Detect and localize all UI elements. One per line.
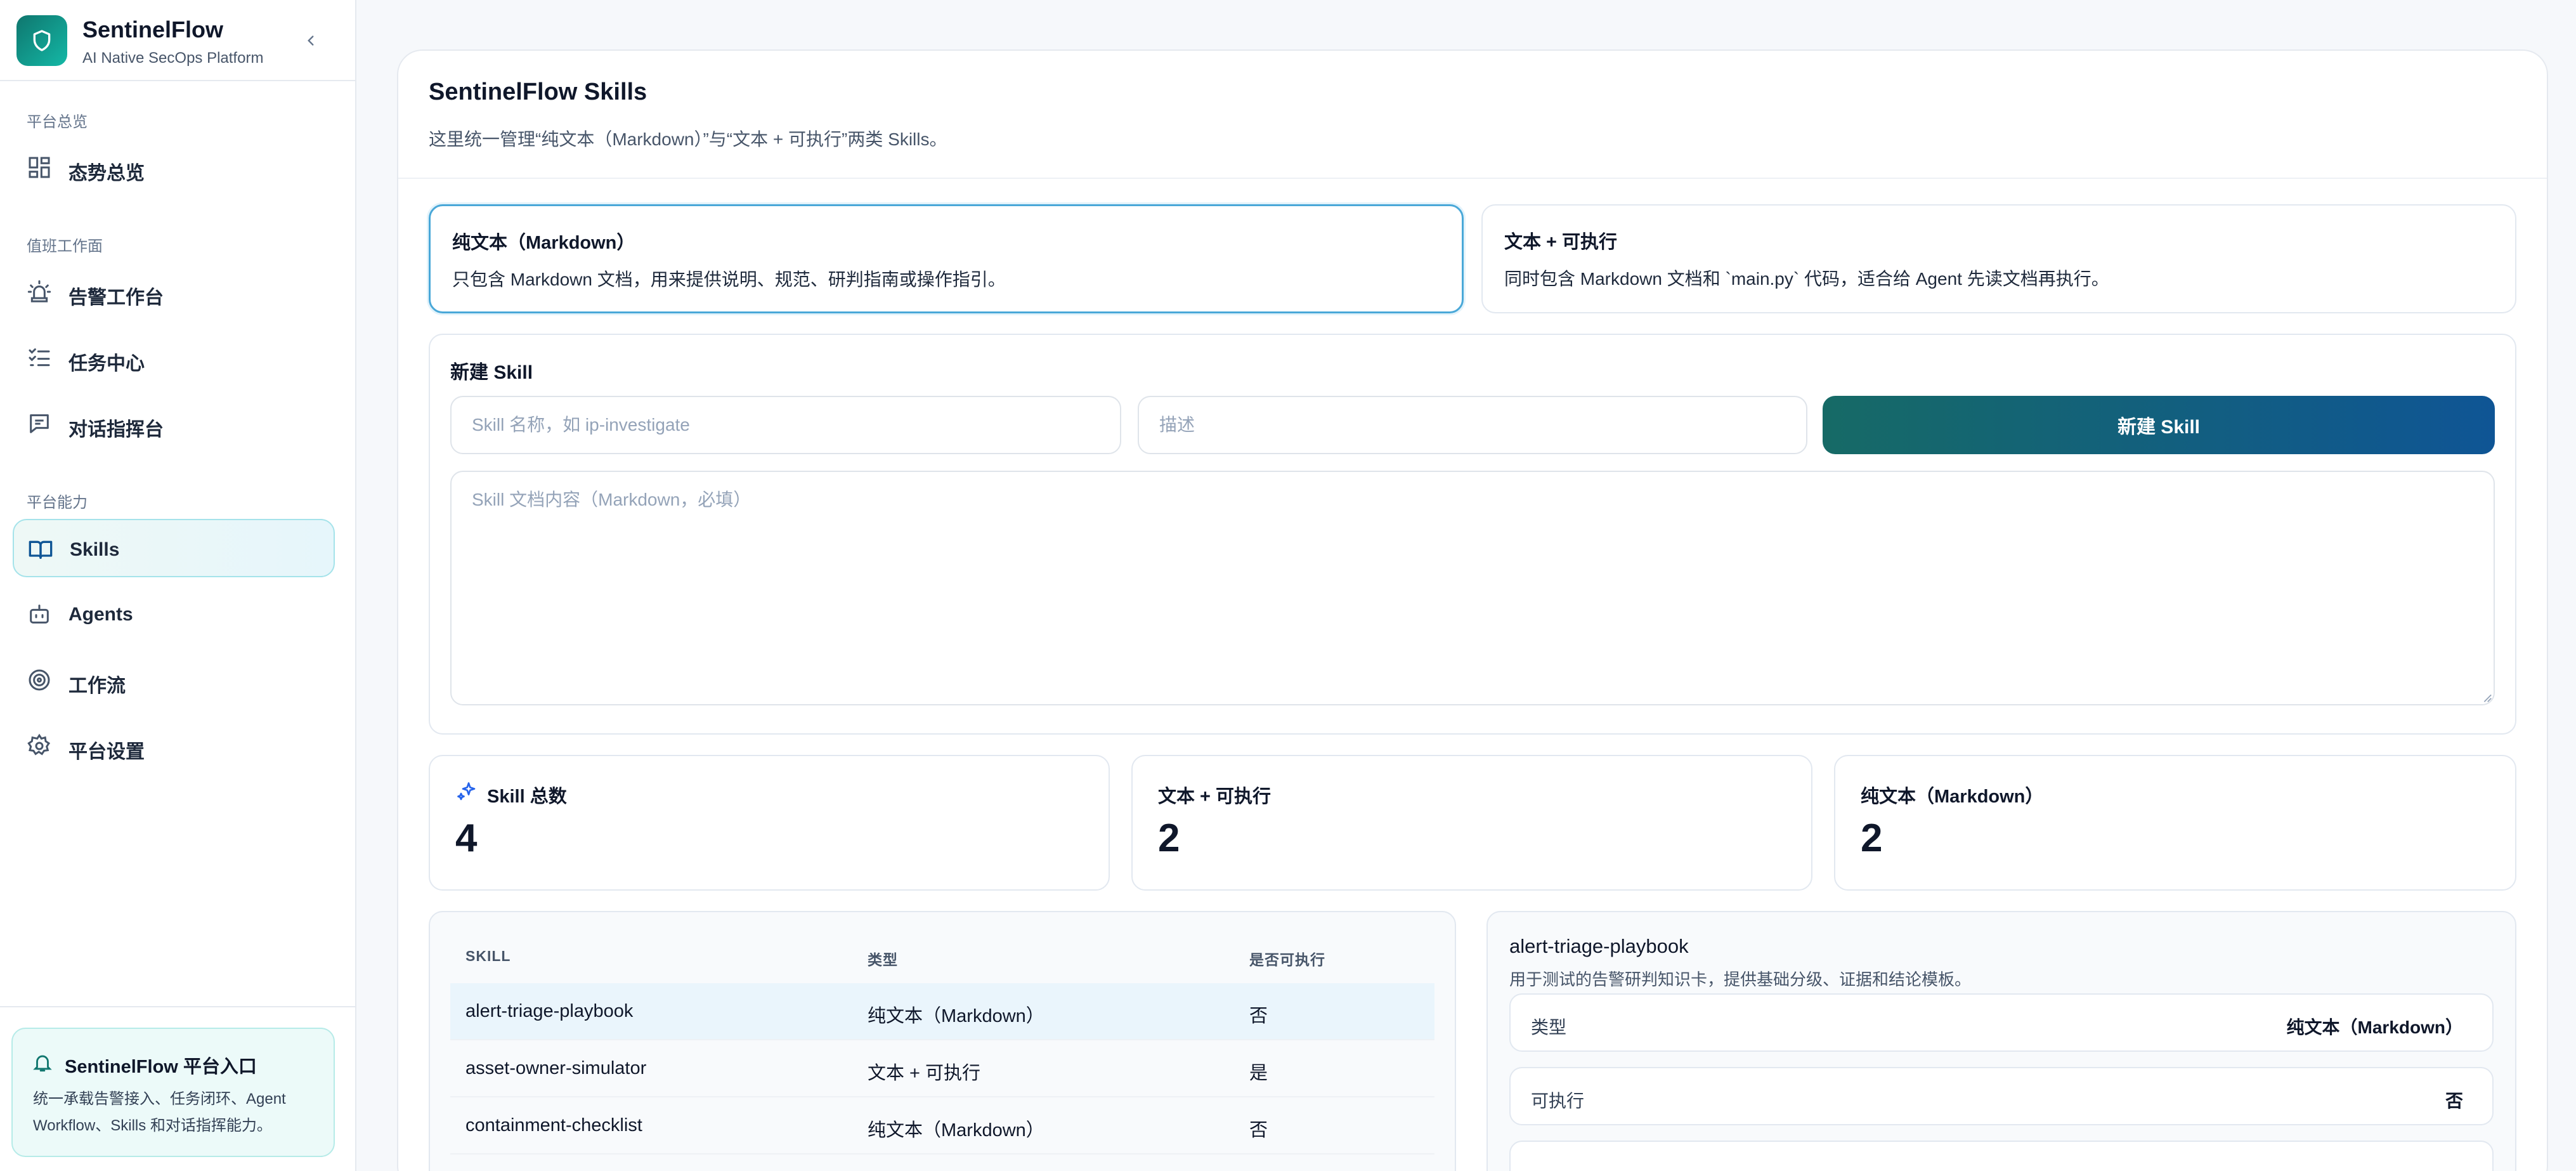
sidebar: SentinelFlow AI Native SecOps Platform 平…	[0, 0, 356, 1171]
detail-field-executable: 可执行 否	[1509, 1067, 2494, 1125]
promo-body: 统一承载告警接入、任务闭环、Agent Workflow、Skills 和对话指…	[33, 1090, 286, 1134]
promo-title: SentinelFlow 平台入口	[65, 1057, 257, 1077]
sidebar-item-chat[interactable]: 对话指挥台	[13, 395, 335, 453]
skill-detail-title: alert-triage-playbook	[1509, 935, 1689, 957]
collapse-sidebar-button[interactable]	[298, 28, 323, 53]
skill-type-desc: 只包含 Markdown 文档，用来提供说明、规范、研判指南或操作指引。	[452, 270, 1006, 289]
stat-value: 2	[1861, 816, 1883, 860]
skill-exec-cell: 否	[1249, 1120, 1268, 1141]
sidebar-item-dashboard[interactable]: 态势总览	[13, 138, 335, 197]
radar-target-icon	[29, 669, 50, 691]
column-header-skill: SKILL	[465, 948, 511, 964]
skill-type-title: 文本 + 可执行	[1504, 232, 1618, 252]
field-value: 否	[2445, 1091, 2463, 1111]
sidebar-item-workflow[interactable]: 工作流	[13, 651, 335, 709]
skill-detail-description: 用于测试的告警研判知识卡，提供基础分级、证据和结论模板。	[1509, 970, 1972, 989]
stat-markdown-skills: 纯文本（Markdown） 2	[1834, 755, 2516, 891]
shield-logo-icon	[16, 15, 67, 66]
skill-name-input[interactable]	[450, 396, 1121, 454]
stat-executable-skills: 文本 + 可执行 2	[1131, 755, 1812, 891]
new-skill-title: 新建 Skill	[450, 362, 533, 383]
divider	[0, 1006, 355, 1007]
sidebar-item-tasks[interactable]: 任务中心	[13, 329, 335, 387]
detail-field-next	[1509, 1141, 2494, 1171]
stat-label: 文本 + 可执行	[1158, 787, 1272, 807]
brand-name: SentinelFlow	[82, 16, 224, 43]
sidebar-item-label: 平台设置	[68, 742, 145, 762]
brand-subtitle: AI Native SecOps Platform	[82, 49, 264, 67]
sidebar-item-skills[interactable]: Skills	[13, 519, 335, 577]
field-key: 可执行	[1531, 1091, 1585, 1111]
nav-section-capabilities: 平台能力	[27, 494, 88, 511]
alarm-siren-icon	[27, 280, 51, 303]
create-skill-button[interactable]: 新建 Skill	[1823, 396, 2495, 454]
detail-field-type: 类型 纯文本（Markdown）	[1509, 993, 2494, 1052]
skill-name-cell: containment-checklist	[465, 1115, 642, 1135]
sidebar-item-label: Agents	[68, 604, 133, 625]
sidebar-item-label: 工作流	[68, 676, 126, 697]
table-row[interactable]: asset-owner-simulator 文本 + 可执行 是	[450, 1040, 1434, 1097]
skill-type-markdown-card[interactable]: 纯文本（Markdown） 只包含 Markdown 文档，用来提供说明、规范、…	[429, 204, 1464, 313]
chevron-left-icon	[308, 36, 314, 46]
page-title: SentinelFlow Skills	[429, 79, 647, 105]
skill-type-cell: 纯文本（Markdown）	[868, 1120, 1044, 1141]
sidebar-item-label: 态势总览	[68, 163, 145, 184]
bell-icon	[33, 1055, 52, 1072]
nav-section-duty: 值班工作面	[27, 238, 103, 255]
gear-icon	[27, 733, 51, 756]
sidebar-item-alerts[interactable]: 告警工作台	[13, 263, 335, 321]
stat-label: 纯文本（Markdown）	[1861, 787, 2044, 807]
skill-type-cell: 纯文本（Markdown）	[868, 1006, 1044, 1026]
sidebar-item-label: 任务中心	[68, 353, 145, 374]
checklist-icon	[29, 348, 50, 367]
sidebar-item-agents[interactable]: Agents	[13, 585, 335, 643]
stat-value: 4	[455, 816, 478, 860]
skill-type-cell: 文本 + 可执行	[868, 1063, 981, 1083]
sidebar-item-label: 对话指挥台	[68, 419, 164, 440]
table-row[interactable]: alert-triage-playbook 纯文本（Markdown） 否	[450, 983, 1434, 1040]
skill-description-input[interactable]	[1138, 396, 1807, 454]
skill-name-cell: alert-triage-playbook	[465, 1001, 634, 1021]
dashboard-grid-icon	[29, 157, 50, 178]
table-row[interactable]: containment-checklist 纯文本（Markdown） 否	[450, 1097, 1434, 1155]
column-header-type: 类型	[868, 952, 898, 968]
sidebar-item-settings[interactable]: 平台设置	[13, 717, 335, 775]
stat-total-skills: Skill 总数 4	[429, 755, 1110, 891]
divider	[398, 178, 2547, 179]
chat-message-icon	[30, 414, 49, 433]
sidebar-item-label: 告警工作台	[68, 287, 164, 308]
skill-exec-cell: 是	[1249, 1063, 1268, 1083]
field-value: 纯文本（Markdown）	[2286, 1017, 2463, 1037]
book-open-icon	[29, 540, 53, 559]
sidebar-item-label: Skills	[70, 539, 120, 560]
brand-header: SentinelFlow AI Native SecOps Platform	[0, 0, 355, 81]
nav-section-overview: 平台总览	[27, 114, 88, 131]
skill-name-cell: asset-owner-simulator	[465, 1058, 647, 1078]
skill-exec-cell: 否	[1249, 1006, 1268, 1026]
page-description: 这里统一管理“纯文本（Markdown）”与“文本 + 可执行”两类 Skill…	[429, 129, 947, 149]
resize-handle-icon[interactable]	[2481, 691, 2492, 703]
stat-value: 2	[1158, 816, 1180, 860]
sparkles-icon	[457, 782, 476, 801]
column-header-executable: 是否可执行	[1249, 952, 1325, 968]
stat-label: Skill 总数	[487, 787, 567, 807]
skill-type-desc: 同时包含 Markdown 文档和 `main.py` 代码，适合给 Agent…	[1504, 269, 2109, 289]
bot-icon	[30, 605, 49, 624]
skill-type-executable-card[interactable]: 文本 + 可执行 同时包含 Markdown 文档和 `main.py` 代码，…	[1481, 204, 2516, 313]
skill-content-textarea[interactable]	[450, 471, 2495, 705]
skill-type-title: 纯文本（Markdown）	[452, 233, 635, 253]
field-key: 类型	[1531, 1017, 1567, 1037]
platform-entry-card: SentinelFlow 平台入口 统一承载告警接入、任务闭环、Agent Wo…	[11, 1028, 335, 1157]
